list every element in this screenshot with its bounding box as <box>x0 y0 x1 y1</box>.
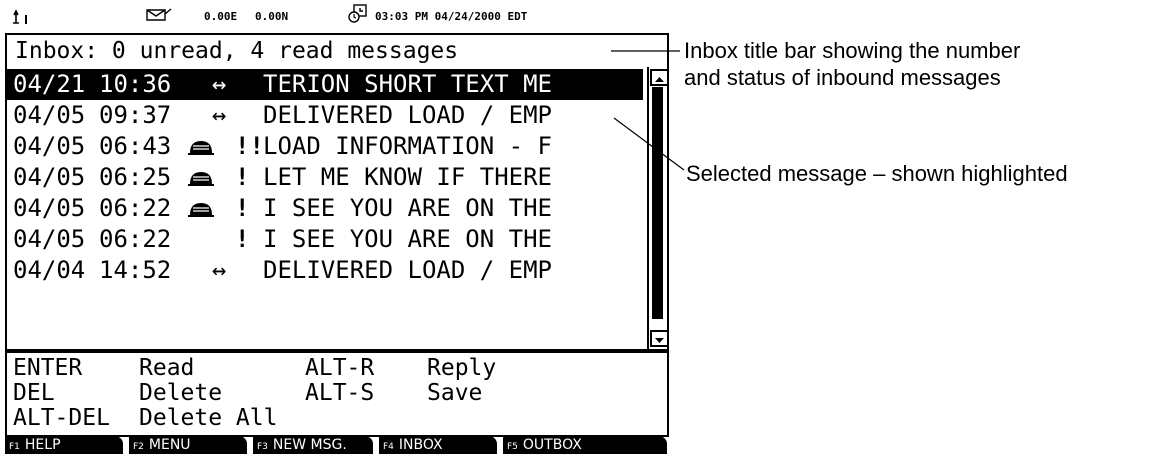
selected-message-annotation: Selected message – shown highlighted <box>686 161 1068 186</box>
title-bar-annotation: Inbox title bar showing the number and s… <box>684 37 1020 91</box>
title-annotation-line-1: Inbox title bar showing the number <box>684 38 1021 63</box>
title-annotation-line-2: and status of inbound messages <box>684 65 1001 90</box>
selected-callout-line <box>613 117 685 171</box>
